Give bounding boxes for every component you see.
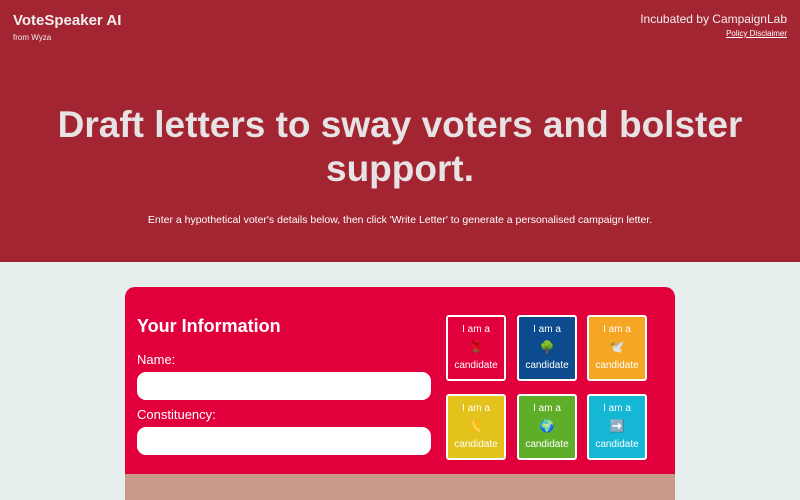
candidate-top-label: I am a: [603, 403, 631, 414]
hero-banner: VoteSpeaker AI from Wyza Incubated by Ca…: [0, 0, 800, 262]
candidate-top-label: I am a: [462, 403, 490, 414]
candidate-top-label: I am a: [462, 324, 490, 335]
incubated-block: Incubated by CampaignLab Policy Disclaim…: [640, 12, 787, 38]
candidate-button-arrow[interactable]: I am a ➡️ candidate: [587, 394, 647, 460]
candidate-bottom-label: candidate: [525, 360, 569, 371]
page-headline: Draft letters to sway voters and bolster…: [57, 104, 743, 189]
candidate-button-rose[interactable]: I am a 🌹 candidate: [446, 315, 506, 381]
candidate-bottom-label: candidate: [454, 439, 498, 450]
candidate-bottom-label: candidate: [454, 360, 498, 371]
candidate-button-globe[interactable]: I am a 🌍 candidate: [517, 394, 577, 460]
candidate-button-tree[interactable]: I am a 🌳 candidate: [517, 315, 577, 381]
constituency-label: Constituency:: [137, 407, 216, 422]
card-lower-section: [125, 474, 675, 500]
constituency-input[interactable]: [137, 427, 431, 455]
incubated-text: Incubated by CampaignLab: [640, 12, 787, 26]
intro-text: Enter a hypothetical voter's details bel…: [147, 214, 653, 226]
name-input[interactable]: [137, 372, 431, 400]
brand-subtitle: from Wyza: [13, 33, 52, 42]
tree-icon: 🌳: [539, 340, 555, 354]
name-label: Name:: [137, 352, 176, 367]
candidate-bottom-label: candidate: [595, 360, 639, 371]
brand-title: VoteSpeaker AI: [13, 12, 122, 29]
right-arrow-icon: ➡️: [609, 419, 625, 433]
candidate-button-ribbon[interactable]: I am a 🎗️ candidate: [446, 394, 506, 460]
candidate-bottom-label: candidate: [595, 439, 639, 450]
candidate-bottom-label: candidate: [525, 439, 569, 450]
brand: VoteSpeaker AI from Wyza: [13, 12, 121, 42]
candidate-top-label: I am a: [603, 324, 631, 335]
dove-icon: 🕊️: [609, 340, 625, 354]
policy-disclaimer-link[interactable]: Policy Disclaimer: [640, 29, 787, 38]
ribbon-icon: 🎗️: [468, 419, 484, 433]
globe-icon: 🌍: [539, 419, 555, 433]
rose-icon: 🌹: [468, 340, 484, 354]
information-card: Your Information Name: Constituency: I a…: [125, 287, 675, 500]
candidate-button-dove[interactable]: I am a 🕊️ candidate: [587, 315, 647, 381]
form-title: Your Information: [137, 316, 281, 336]
candidate-top-label: I am a: [533, 324, 561, 335]
candidate-top-label: I am a: [533, 403, 561, 414]
